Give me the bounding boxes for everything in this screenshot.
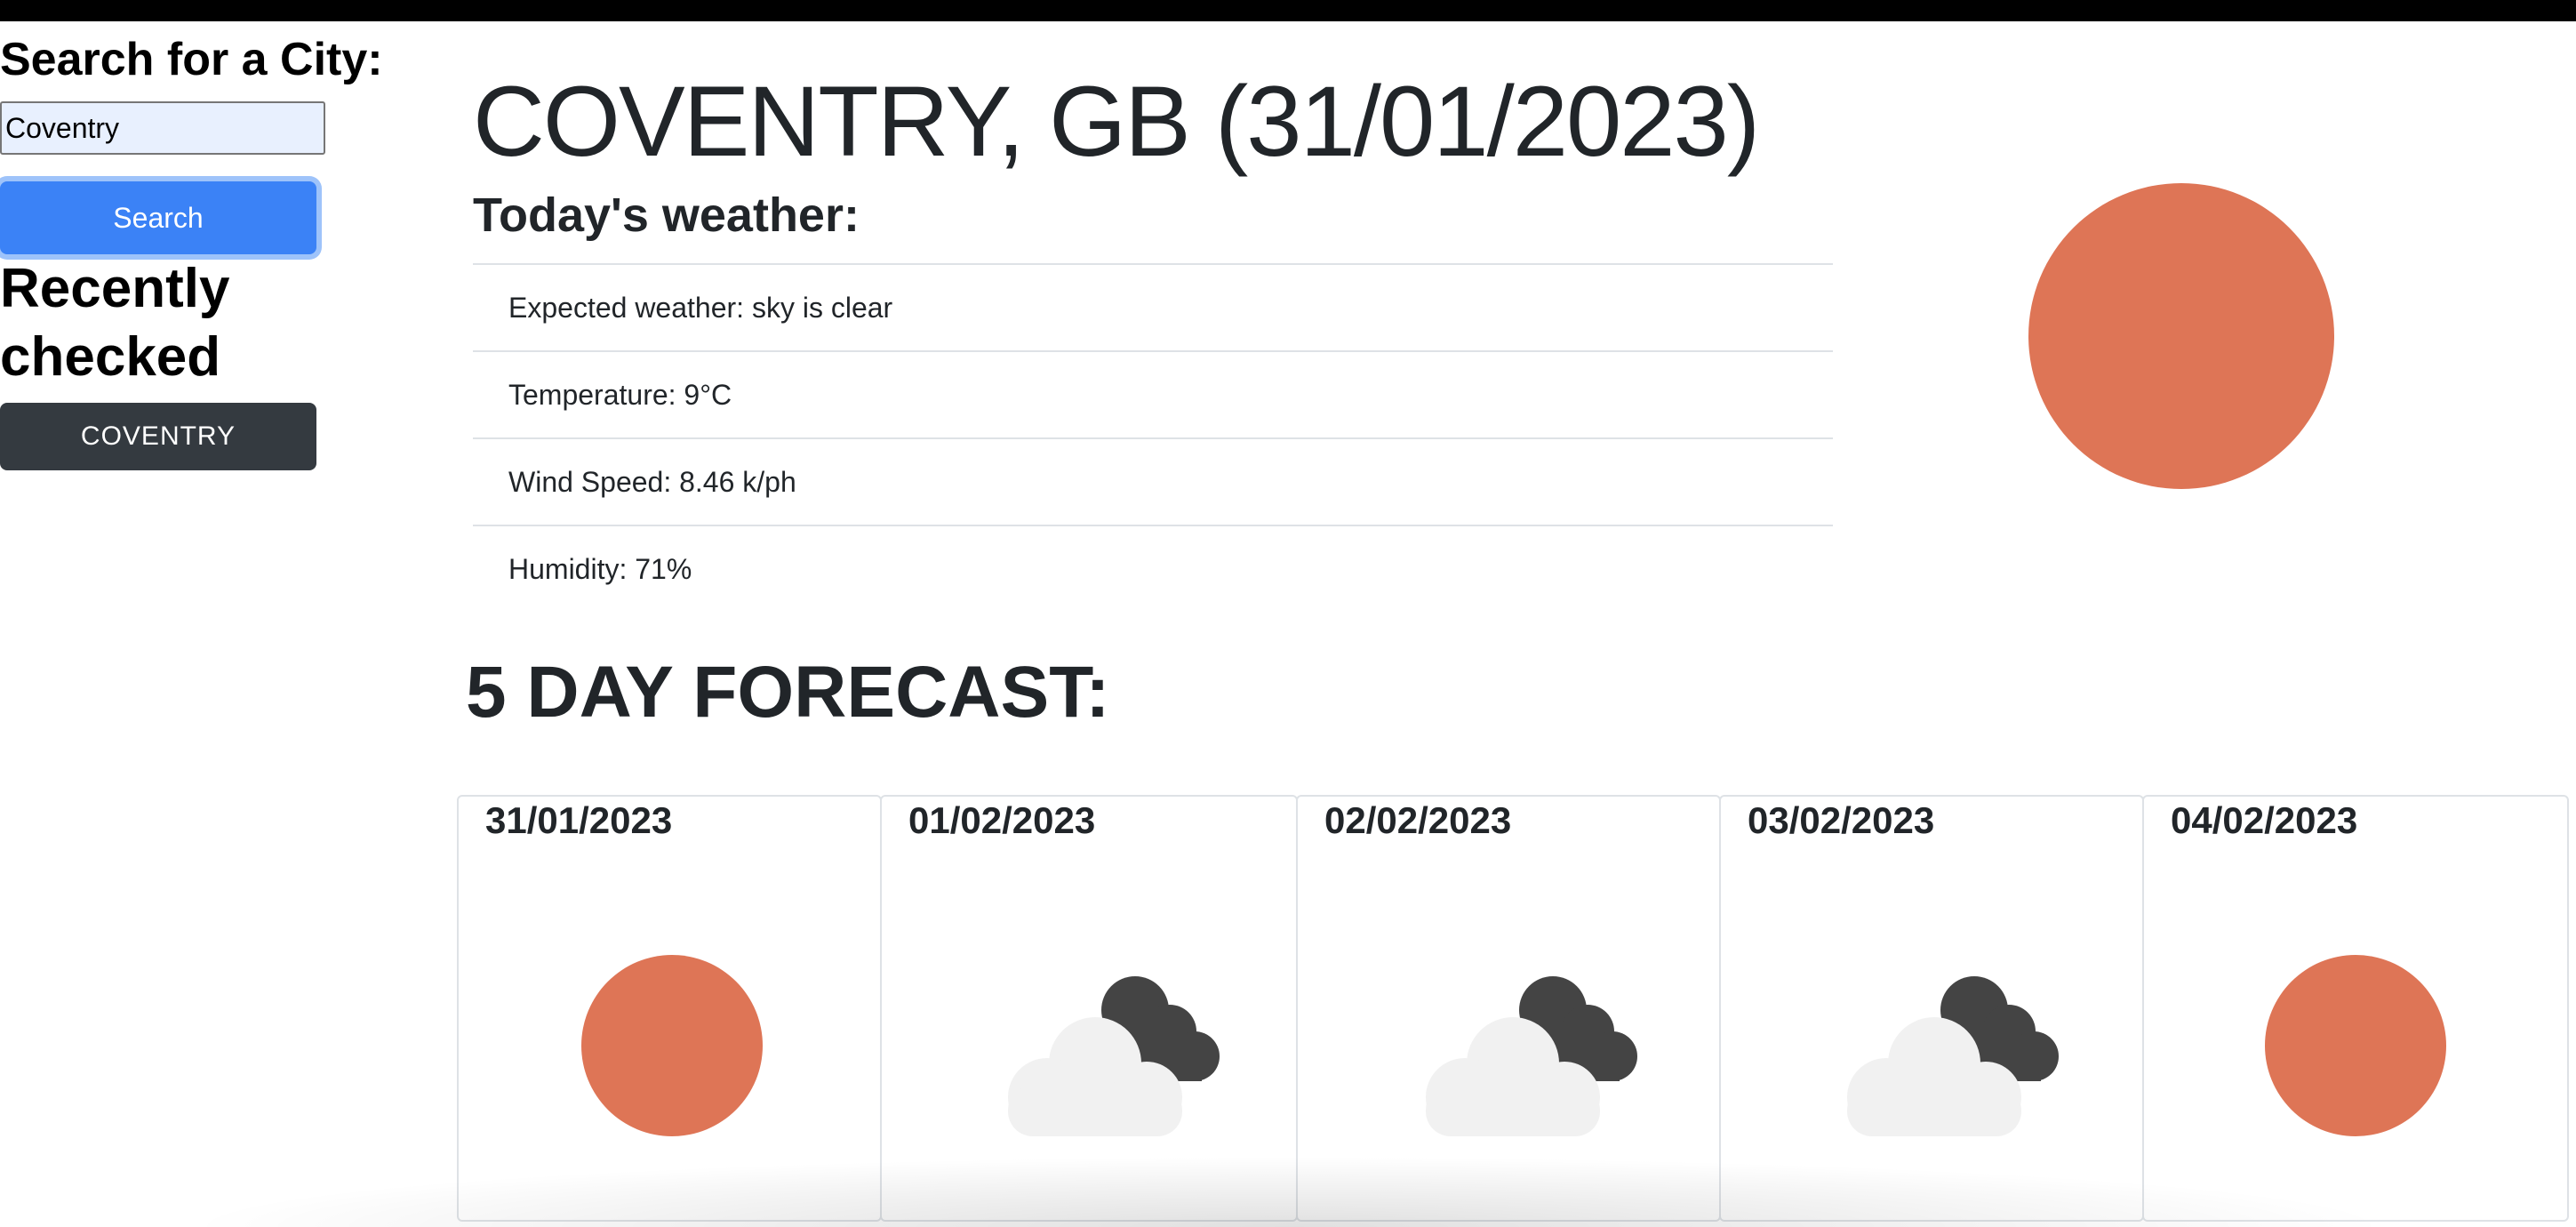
city-search-input[interactable] xyxy=(0,101,325,155)
forecast-card: 31/01/2023 xyxy=(457,795,882,1222)
temperature-item: Temperature: 9°C xyxy=(473,350,1833,437)
sun-icon xyxy=(581,955,763,1136)
forecast-date: 02/02/2023 xyxy=(1324,799,1512,841)
search-button[interactable]: Search xyxy=(0,181,316,254)
search-heading: Search for a City: xyxy=(0,34,383,85)
forecast-date: 31/01/2023 xyxy=(485,799,673,841)
clouds-icon xyxy=(1008,976,1220,1136)
clouds-icon xyxy=(1847,976,2059,1136)
window-top-bar xyxy=(0,0,2576,21)
forecast-card: 04/02/2023 xyxy=(2142,795,2569,1222)
humidity-item: Humidity: 71% xyxy=(473,525,1833,612)
sun-icon xyxy=(2028,183,2334,489)
today-weather-heading: Today's weather: xyxy=(473,188,860,242)
forecast-card: 02/02/2023 xyxy=(1296,795,1721,1222)
expected-weather-item: Expected weather: sky is clear xyxy=(473,263,1833,350)
sun-icon xyxy=(2265,955,2446,1136)
recent-city-button-coventry[interactable]: COVENTRY xyxy=(0,403,316,470)
forecast-card: 03/02/2023 xyxy=(1719,795,2144,1222)
city-title: COVENTRY, GB (31/01/2023) xyxy=(473,66,1760,177)
forecast-heading: 5 DAY FORECAST: xyxy=(466,652,1110,733)
forecast-cards: 31/01/2023 01/02/2023 02/02/2023 03/02/2… xyxy=(457,795,2569,1222)
forecast-card: 01/02/2023 xyxy=(880,795,1298,1222)
wind-speed-item: Wind Speed: 8.46 k/ph xyxy=(473,437,1833,525)
clouds-icon xyxy=(1426,976,1637,1136)
forecast-date: 03/02/2023 xyxy=(1748,799,1935,841)
today-weather-list: Expected weather: sky is clear Temperatu… xyxy=(473,263,1833,612)
forecast-date: 04/02/2023 xyxy=(2171,799,2358,841)
forecast-date: 01/02/2023 xyxy=(908,799,1096,841)
